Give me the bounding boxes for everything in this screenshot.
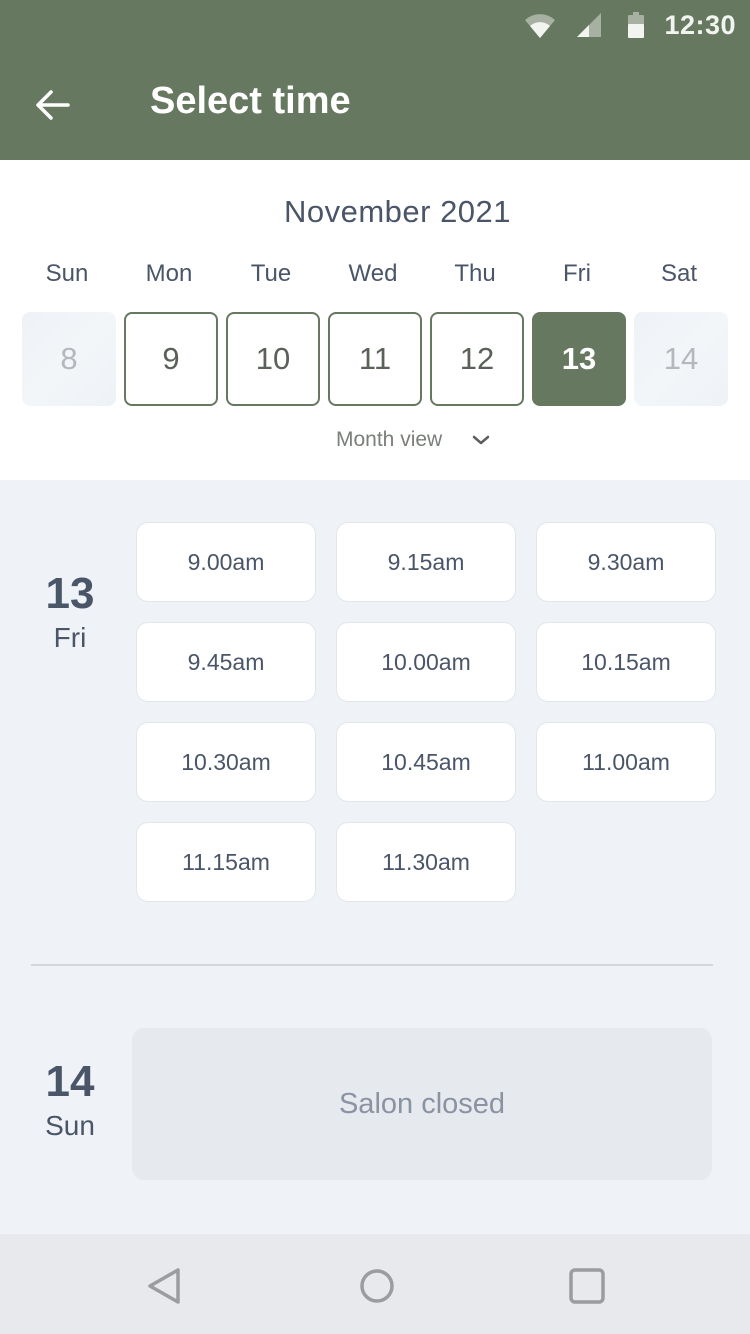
time-slot[interactable]: 11.15am xyxy=(136,822,316,902)
nav-back-icon xyxy=(148,1268,180,1304)
wifi-icon xyxy=(525,14,556,38)
arrow-left-icon xyxy=(36,90,70,120)
day-buttons: 8 9 10 11 12 13 14 xyxy=(22,312,728,406)
battery-icon xyxy=(628,12,645,38)
time-slot[interactable]: 9.30am xyxy=(536,522,716,602)
time-slot[interactable]: 9.00am xyxy=(136,522,316,602)
weekday-label: Mon xyxy=(145,260,193,287)
weekday-header: Sun Mon Tue Wed Thu Fri Sat xyxy=(16,260,746,288)
weekday-label: Sat xyxy=(660,260,698,287)
time-slot[interactable]: 9.15am xyxy=(336,522,516,602)
day-heading: 14 Sun xyxy=(0,1060,140,1142)
day-button: 14 xyxy=(634,312,728,406)
nav-home-icon xyxy=(360,1269,394,1303)
time-slot[interactable]: 11.00am xyxy=(536,722,716,802)
time-slot-grid: 9.00am 9.15am 9.30am 9.45am 10.00am 10.1… xyxy=(136,522,736,902)
status-bar: 12:30 xyxy=(0,0,750,50)
cellular-signal-icon xyxy=(577,13,602,37)
day-number: 13 xyxy=(45,569,95,618)
weekday-label: Thu xyxy=(454,260,496,287)
closed-notice: Salon closed xyxy=(132,1028,712,1180)
time-slot[interactable]: 10.15am xyxy=(536,622,716,702)
chevron-down-icon xyxy=(472,435,490,445)
page-title: Select time xyxy=(150,80,351,122)
time-slot[interactable]: 10.00am xyxy=(336,622,516,702)
day-heading: 13 Fri xyxy=(0,572,140,654)
status-time: 12:30 xyxy=(664,9,736,40)
weekday-label: Tue xyxy=(250,260,292,287)
time-slot[interactable]: 10.45am xyxy=(336,722,516,802)
day-button[interactable]: 11 xyxy=(328,312,422,406)
day-name: Fri xyxy=(53,622,87,653)
day-number: 14 xyxy=(45,1057,95,1106)
weekday-label: Wed xyxy=(348,260,398,287)
day-button-selected[interactable]: 13 xyxy=(532,312,626,406)
nav-recents-icon xyxy=(569,1268,605,1304)
weekday-label: Fri xyxy=(563,260,591,287)
day-button[interactable]: 12 xyxy=(430,312,524,406)
day-button[interactable]: 9 xyxy=(124,312,218,406)
nav-home-button[interactable] xyxy=(353,1262,401,1310)
time-slot[interactable]: 10.30am xyxy=(136,722,316,802)
app-bar: Select time xyxy=(0,50,750,160)
day-button: 8 xyxy=(22,312,116,406)
back-button[interactable] xyxy=(30,82,76,128)
week-calendar: November 2021 Sun Mon Tue Wed Thu Fri Sa… xyxy=(0,160,750,480)
system-nav-bar xyxy=(0,1234,750,1334)
nav-recents-button[interactable] xyxy=(563,1262,611,1310)
weekday-label: Sun xyxy=(45,260,89,287)
month-view-label: Month view xyxy=(336,428,443,451)
time-slot[interactable]: 9.45am xyxy=(136,622,316,702)
day-button[interactable]: 10 xyxy=(226,312,320,406)
month-view-toggle[interactable]: Month view xyxy=(336,428,490,452)
nav-back-button[interactable] xyxy=(142,1262,190,1310)
month-label: November 2021 xyxy=(283,194,512,229)
time-slot[interactable]: 11.30am xyxy=(336,822,516,902)
day-divider xyxy=(31,964,713,966)
day-name: Sun xyxy=(45,1110,95,1141)
